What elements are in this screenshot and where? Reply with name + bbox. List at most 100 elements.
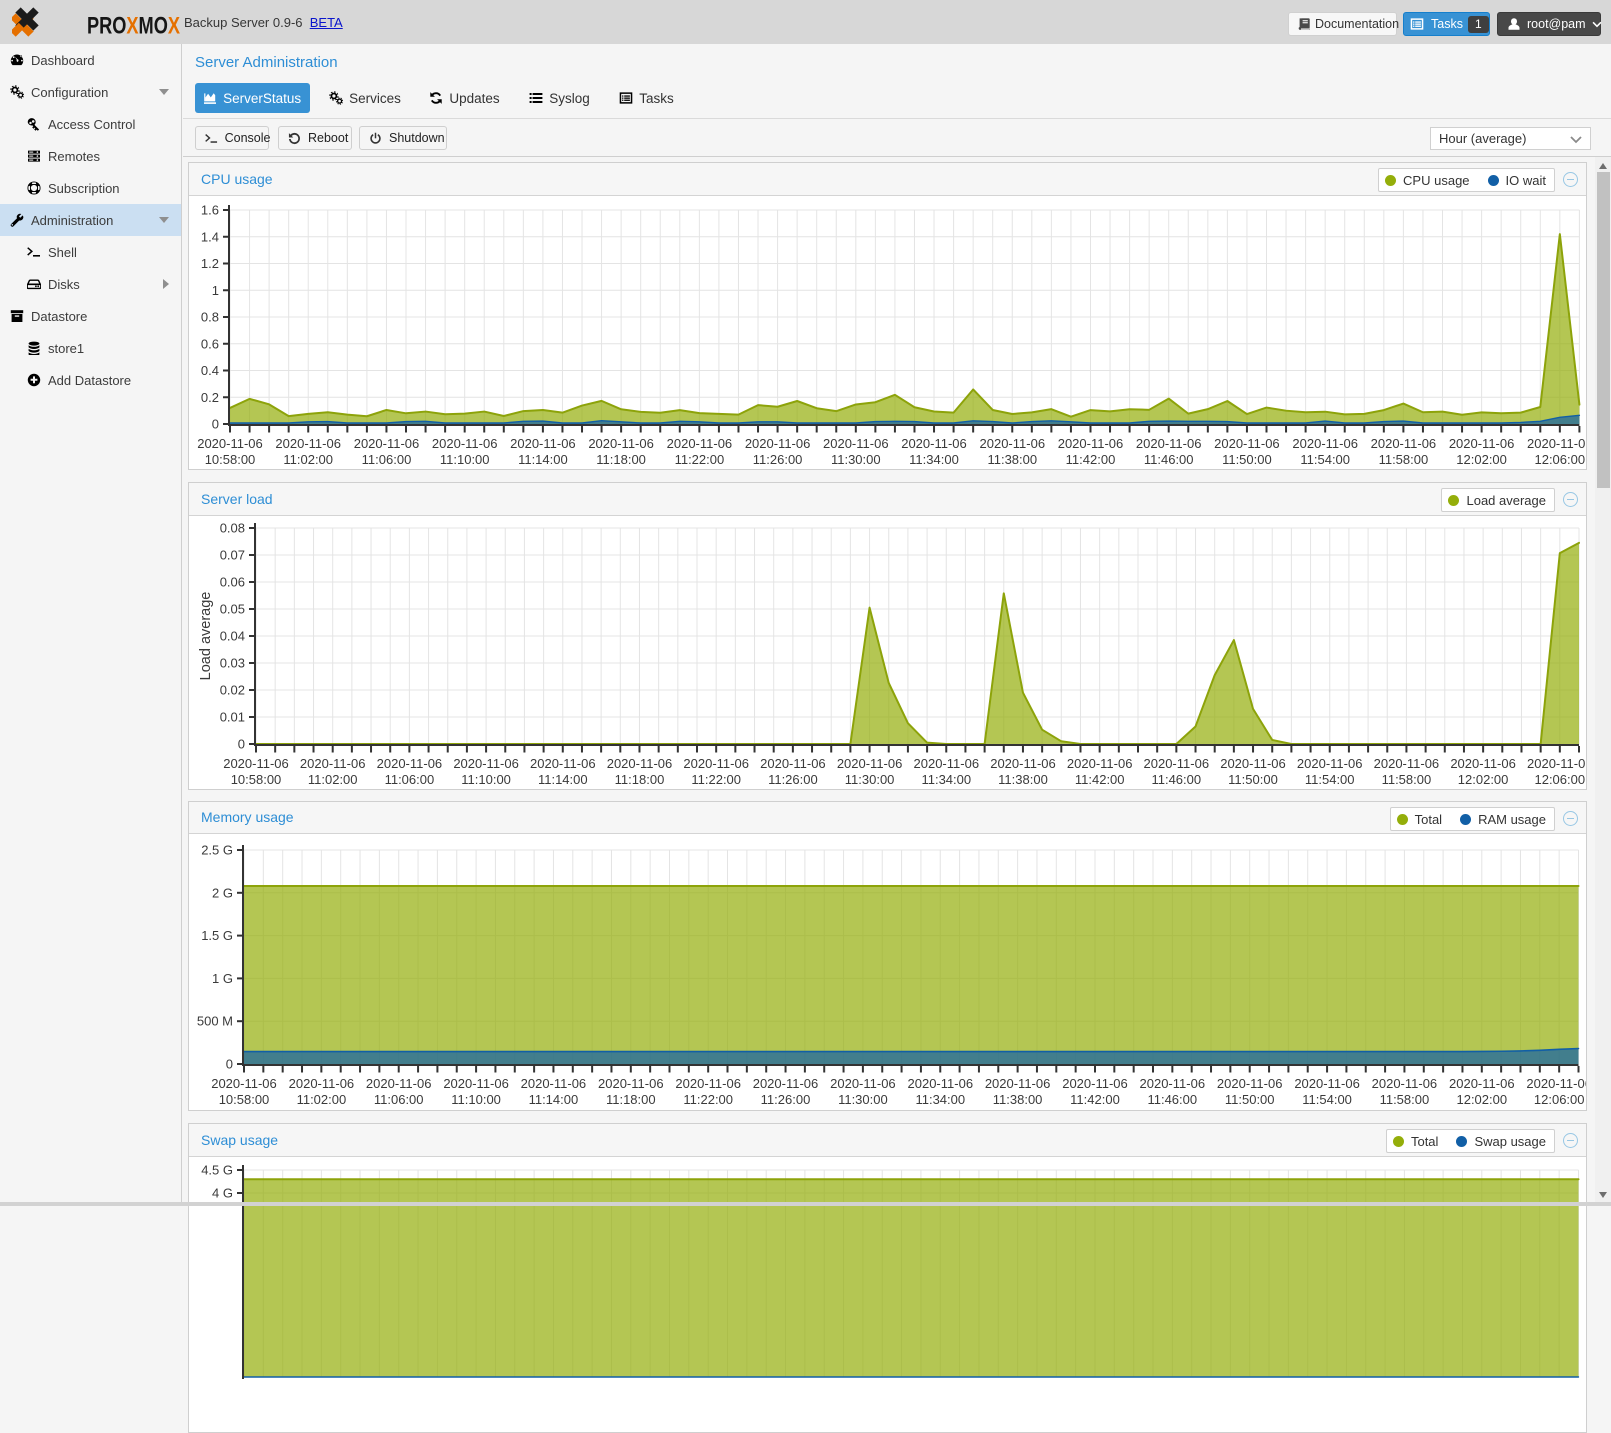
- svg-text:2020-11-06: 2020-11-06: [1526, 1076, 1586, 1091]
- svg-text:11:34:00: 11:34:00: [909, 452, 959, 467]
- svg-text:11:46:00: 11:46:00: [1147, 1092, 1197, 1107]
- svg-text:2020-11-06: 2020-11-06: [1294, 1076, 1360, 1091]
- svg-text:11:06:00: 11:06:00: [362, 452, 412, 467]
- svg-text:2020-11-06: 2020-11-06: [1292, 436, 1358, 451]
- svg-text:2020-11-06: 2020-11-06: [1140, 1076, 1206, 1091]
- svg-text:0.4: 0.4: [201, 363, 219, 378]
- svg-text:11:30:00: 11:30:00: [838, 1092, 888, 1107]
- svg-text:11:50:00: 11:50:00: [1222, 452, 1272, 467]
- svg-text:0.2: 0.2: [201, 390, 219, 405]
- svg-text:0.05: 0.05: [220, 602, 245, 617]
- svg-text:1.4: 1.4: [201, 229, 219, 244]
- svg-text:2020-11-06: 2020-11-06: [1144, 756, 1210, 771]
- svg-text:11:42:00: 11:42:00: [1075, 772, 1125, 787]
- svg-text:11:46:00: 11:46:00: [1144, 452, 1194, 467]
- svg-text:2020-11-06: 2020-11-06: [300, 756, 366, 771]
- svg-text:2020-11-06: 2020-11-06: [675, 1076, 741, 1091]
- svg-text:11:10:00: 11:10:00: [461, 772, 511, 787]
- svg-text:0: 0: [238, 737, 245, 752]
- svg-text:2020-11-06: 2020-11-06: [588, 436, 654, 451]
- svg-text:11:50:00: 11:50:00: [1228, 772, 1278, 787]
- svg-text:1: 1: [212, 283, 219, 298]
- svg-text:11:58:00: 11:58:00: [1382, 772, 1432, 787]
- svg-text:11:54:00: 11:54:00: [1305, 772, 1355, 787]
- svg-text:11:58:00: 11:58:00: [1380, 1092, 1430, 1107]
- svg-text:11:34:00: 11:34:00: [915, 1092, 965, 1107]
- svg-text:2020-11-06: 2020-11-06: [1527, 436, 1586, 451]
- svg-text:12:06:00: 12:06:00: [1534, 1092, 1585, 1107]
- svg-text:2020-11-06: 2020-11-06: [1062, 1076, 1128, 1091]
- svg-text:2 G: 2 G: [212, 885, 233, 900]
- svg-text:0.04: 0.04: [220, 629, 245, 644]
- svg-text:12:06:00: 12:06:00: [1534, 452, 1585, 467]
- svg-text:11:34:00: 11:34:00: [921, 772, 971, 787]
- svg-text:11:14:00: 11:14:00: [529, 1092, 579, 1107]
- svg-text:11:46:00: 11:46:00: [1151, 772, 1201, 787]
- svg-text:0.06: 0.06: [220, 575, 245, 590]
- svg-text:0: 0: [212, 417, 219, 432]
- svg-text:11:26:00: 11:26:00: [753, 452, 803, 467]
- svg-text:2020-11-06: 2020-11-06: [1374, 756, 1440, 771]
- svg-text:11:18:00: 11:18:00: [615, 772, 665, 787]
- svg-text:2020-11-06: 2020-11-06: [1058, 436, 1124, 451]
- svg-text:11:18:00: 11:18:00: [606, 1092, 656, 1107]
- svg-text:2020-11-06: 2020-11-06: [377, 756, 443, 771]
- svg-text:12:02:00: 12:02:00: [1456, 452, 1507, 467]
- svg-text:0.07: 0.07: [220, 548, 245, 563]
- svg-text:2020-11-06: 2020-11-06: [197, 436, 263, 451]
- svg-text:11:22:00: 11:22:00: [683, 1092, 733, 1107]
- svg-text:2020-11-06: 2020-11-06: [1214, 436, 1280, 451]
- svg-text:12:06:00: 12:06:00: [1534, 772, 1585, 787]
- svg-text:0: 0: [226, 1057, 233, 1072]
- svg-text:4.5 G: 4.5 G: [201, 1163, 233, 1178]
- svg-text:11:10:00: 11:10:00: [440, 452, 490, 467]
- svg-text:2020-11-06: 2020-11-06: [837, 756, 903, 771]
- svg-text:2020-11-06: 2020-11-06: [432, 436, 498, 451]
- svg-text:12:02:00: 12:02:00: [1456, 1092, 1507, 1107]
- svg-text:2020-11-06: 2020-11-06: [1449, 1076, 1515, 1091]
- svg-text:11:38:00: 11:38:00: [998, 772, 1048, 787]
- svg-text:11:26:00: 11:26:00: [768, 772, 818, 787]
- svg-text:2020-11-06: 2020-11-06: [598, 1076, 664, 1091]
- svg-text:0.8: 0.8: [201, 310, 219, 325]
- svg-text:2020-11-06: 2020-11-06: [366, 1076, 432, 1091]
- svg-text:2020-11-06: 2020-11-06: [1067, 756, 1133, 771]
- svg-text:2020-11-06: 2020-11-06: [990, 756, 1056, 771]
- svg-text:2020-11-06: 2020-11-06: [1450, 756, 1516, 771]
- svg-text:2020-11-06: 2020-11-06: [667, 436, 733, 451]
- svg-text:11:22:00: 11:22:00: [675, 452, 725, 467]
- svg-text:2020-11-06: 2020-11-06: [275, 436, 341, 451]
- svg-text:2020-11-06: 2020-11-06: [760, 756, 826, 771]
- svg-text:11:42:00: 11:42:00: [1070, 1092, 1120, 1107]
- svg-text:2020-11-06: 2020-11-06: [745, 436, 811, 451]
- svg-text:2.5 G: 2.5 G: [201, 843, 233, 858]
- svg-text:2020-11-06: 2020-11-06: [1217, 1076, 1283, 1091]
- svg-text:11:14:00: 11:14:00: [538, 772, 588, 787]
- svg-text:11:02:00: 11:02:00: [283, 452, 333, 467]
- svg-text:2020-11-06: 2020-11-06: [1371, 436, 1437, 451]
- svg-text:2020-11-06: 2020-11-06: [530, 756, 596, 771]
- svg-text:1 G: 1 G: [212, 971, 233, 986]
- svg-text:11:02:00: 11:02:00: [297, 1092, 347, 1107]
- svg-text:Load average: Load average: [198, 592, 214, 681]
- svg-text:11:42:00: 11:42:00: [1066, 452, 1116, 467]
- svg-text:2020-11-06: 2020-11-06: [443, 1076, 509, 1091]
- svg-text:10:58:00: 10:58:00: [205, 452, 256, 467]
- svg-text:0.02: 0.02: [220, 683, 245, 698]
- svg-text:4 G: 4 G: [212, 1186, 233, 1201]
- svg-text:12:02:00: 12:02:00: [1458, 772, 1509, 787]
- svg-text:2020-11-06: 2020-11-06: [823, 436, 889, 451]
- svg-text:2020-11-06: 2020-11-06: [1220, 756, 1286, 771]
- svg-text:11:18:00: 11:18:00: [596, 452, 646, 467]
- svg-text:2020-11-06: 2020-11-06: [914, 756, 980, 771]
- svg-text:2020-11-06: 2020-11-06: [354, 436, 420, 451]
- svg-text:10:58:00: 10:58:00: [231, 772, 282, 787]
- svg-text:2020-11-06: 2020-11-06: [223, 756, 289, 771]
- svg-text:2020-11-06: 2020-11-06: [830, 1076, 896, 1091]
- svg-text:11:14:00: 11:14:00: [518, 452, 568, 467]
- svg-text:11:54:00: 11:54:00: [1302, 1092, 1352, 1107]
- svg-text:2020-11-06: 2020-11-06: [1527, 756, 1586, 771]
- svg-text:2020-11-06: 2020-11-06: [607, 756, 673, 771]
- svg-text:500 M: 500 M: [197, 1014, 233, 1029]
- svg-text:11:30:00: 11:30:00: [831, 452, 881, 467]
